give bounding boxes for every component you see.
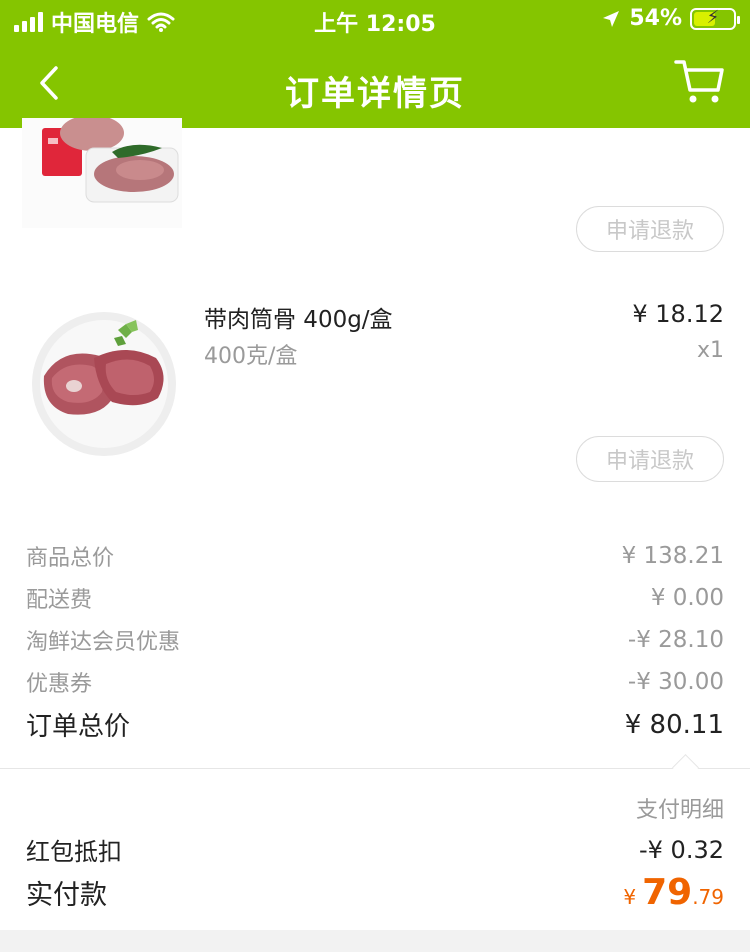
red-packet-row: 红包抵扣 -¥ 0.32 [26, 832, 724, 867]
status-bar: 中国电信 上午 12:05 54% ⚡ [0, 0, 750, 40]
coupon-row: 优惠券 -¥ 30.00 [26, 666, 724, 698]
detail-notch [672, 754, 699, 781]
goods-total-label: 商品总价 [26, 546, 115, 571]
goods-total-row: 商品总价 ¥ 138.21 [26, 540, 724, 572]
divider [0, 768, 750, 769]
delivery-fee-row: 配送费 ¥ 0.00 [26, 582, 724, 614]
bottom-bar [0, 930, 750, 952]
paid-amount-row: 实付款 ¥ 79 .79 [26, 872, 724, 913]
paid-amount-value: ¥ 79 .79 [623, 872, 724, 913]
member-discount-label: 淘鲜达会员优惠 [26, 630, 181, 655]
cart-button[interactable] [672, 54, 728, 110]
pork-bone-plate-image [22, 306, 182, 456]
product-name: 带肉筒骨 400g/盒 [204, 307, 393, 333]
product-item: 申请退款 [0, 118, 750, 278]
payment-detail-link[interactable]: 支付明细 [636, 792, 724, 824]
location-arrow-icon [603, 10, 620, 27]
nav-bar: 订单详情页 [0, 50, 750, 128]
battery-percent: 54% [629, 6, 682, 31]
packaged-pork-image [22, 118, 182, 228]
delivery-fee-value: ¥ 0.00 [650, 585, 724, 611]
product-quantity: x1 [696, 338, 724, 363]
red-packet-label: 红包抵扣 [26, 838, 122, 866]
product-price: ¥ 18.12 [632, 300, 724, 328]
red-packet-value: -¥ 0.32 [639, 835, 724, 864]
goods-total-value: ¥ 138.21 [621, 543, 724, 569]
member-discount-value: -¥ 28.10 [627, 627, 724, 653]
page-title: 订单详情页 [285, 74, 465, 114]
coupon-value: -¥ 30.00 [627, 669, 724, 695]
member-discount-row: 淘鲜达会员优惠 -¥ 28.10 [26, 624, 724, 656]
order-total-row: 订单总价 ¥ 80.11 [26, 706, 724, 743]
product-spec: 400克/盒 [204, 344, 298, 369]
paid-amount-label: 实付款 [26, 880, 107, 911]
order-total-label: 订单总价 [26, 712, 131, 742]
header: 中国电信 上午 12:05 54% ⚡ 订单详情页 [0, 0, 750, 128]
order-total-value: ¥ 80.11 [624, 709, 724, 740]
refund-button[interactable]: 申请退款 [576, 206, 724, 252]
refund-button[interactable]: 申请退款 [576, 436, 724, 482]
paid-decimal: .79 [692, 885, 724, 909]
delivery-fee-label: 配送费 [26, 588, 93, 613]
cart-icon [674, 60, 724, 103]
paid-integer: 79 [642, 872, 693, 913]
coupon-label: 优惠券 [26, 672, 93, 697]
product-item: 带肉筒骨 400g/盒 400克/盒 ¥ 18.12 x1 申请退款 [0, 290, 750, 500]
paid-currency: ¥ [623, 885, 637, 909]
battery-icon: ⚡ [690, 7, 740, 30]
